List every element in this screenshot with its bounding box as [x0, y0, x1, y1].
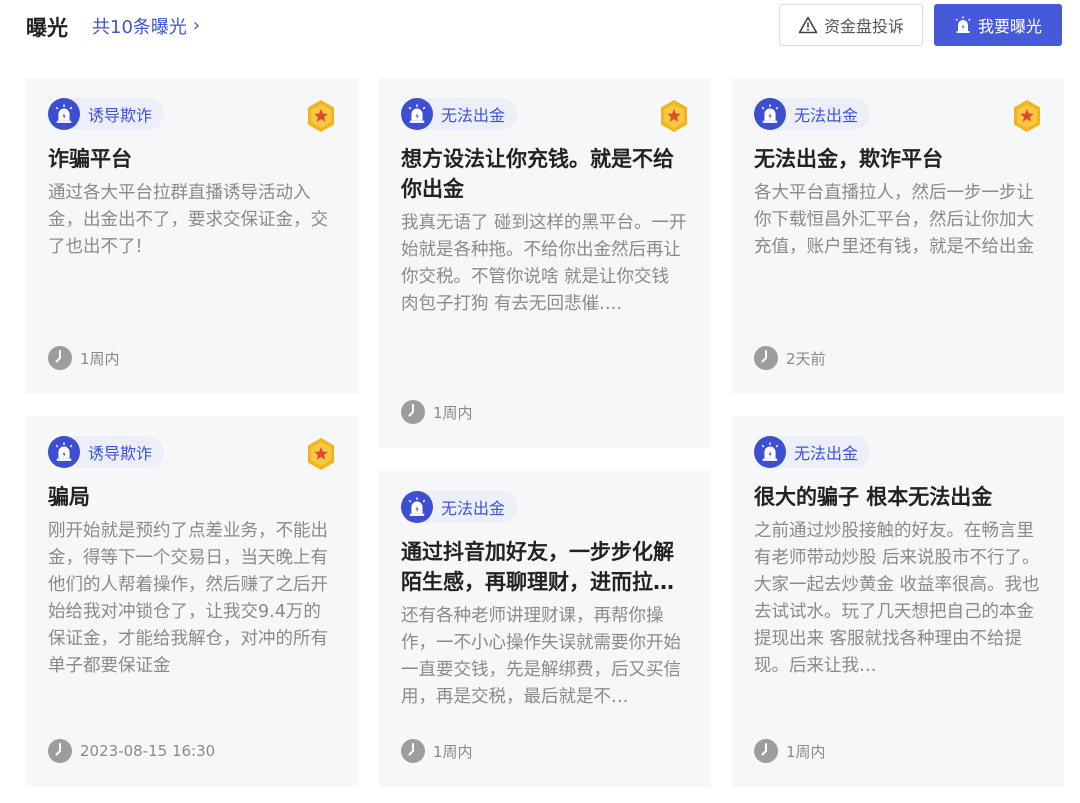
card-time: 2023-08-15 16:30 — [48, 739, 215, 763]
complain-button-label: 资金盘投诉 — [823, 17, 904, 36]
category-tag-label: 无法出金 — [441, 106, 506, 125]
clock-icon — [754, 739, 778, 763]
clock-icon — [48, 739, 72, 763]
category-tag: 无法出金 — [754, 436, 871, 468]
card-time: 1周内 — [48, 346, 120, 370]
card-time-text: 1周内 — [786, 742, 826, 761]
exposure-card[interactable]: 无法出金 无法出金，欺诈平台 各大平台直播拉人，然后一步一步让你下载恒昌外汇平台… — [732, 78, 1064, 394]
card-title: 想方设法让你充钱。就是不给你出金 — [401, 147, 674, 201]
card-time: 2天前 — [754, 346, 826, 370]
exposure-card[interactable]: 无法出金 通过抖音加好友，一步步化解陌生感，再聊理财，进而拉… 还有各种老师讲理… — [379, 471, 711, 787]
card-description: 通过各大平台拉群直播诱导活动入金，出金出不了，要求交保证金，交了也出不了! — [48, 183, 328, 257]
alarm-icon — [48, 436, 80, 468]
alarm-icon — [48, 98, 80, 130]
exposure-card[interactable]: 无法出金 很大的骗子 根本无法出金 之前通过炒股接触的好友。在畅言里有老师带动炒… — [732, 416, 1064, 787]
expose-button-label: 我要曝光 — [977, 17, 1042, 36]
card-time-text: 1周内 — [433, 403, 473, 422]
card-time-text: 2天前 — [786, 349, 826, 368]
alarm-icon — [754, 436, 786, 468]
category-tag: 诱导欺诈 — [48, 98, 165, 130]
card-time-text: 1周内 — [433, 742, 473, 761]
card-description: 我真无语了 碰到这样的黑平台。一开始就是各种拖。不给你出金然后再让你交税。不管你… — [401, 213, 687, 314]
page-header: 曝光 共10条曝光 › 资金盘投诉 我要曝光 — [0, 0, 1080, 60]
category-tag-label: 无法出金 — [441, 499, 506, 518]
card-title: 无法出金，欺诈平台 — [754, 147, 943, 171]
category-tag-label: 无法出金 — [794, 444, 859, 463]
card-time-text: 1周内 — [80, 349, 120, 368]
exposure-card[interactable]: 诱导欺诈 诈骗平台 通过各大平台拉群直播诱导活动入金，出金出不了，要求交保证金，… — [26, 78, 358, 394]
clock-icon — [401, 400, 425, 424]
exposure-card[interactable]: 诱导欺诈 骗局 刚开始就是预约了点差业务，不能出金，得等下一个交易日，当天晚上有… — [26, 416, 358, 787]
clock-icon — [48, 346, 72, 370]
category-tag: 无法出金 — [401, 491, 518, 523]
chevron-right-icon: › — [192, 15, 201, 36]
exposure-count-text: 共10条曝光 — [92, 17, 187, 38]
card-description: 各大平台直播拉人，然后一步一步让你下载恒昌外汇平台，然后让你加大充值，账户里还有… — [754, 183, 1034, 257]
card-time-text: 2023-08-15 16:30 — [80, 742, 216, 760]
card-time: 1周内 — [401, 739, 473, 763]
category-tag: 无法出金 — [754, 98, 871, 130]
card-title: 很大的骗子 根本无法出金 — [754, 485, 993, 509]
warning-icon — [798, 16, 818, 34]
card-title: 骗局 — [48, 485, 90, 509]
alarm-icon — [955, 16, 971, 33]
exposure-card[interactable]: 无法出金 想方设法让你充钱。就是不给你出金 我真无语了 碰到这样的黑平台。一开始… — [379, 78, 711, 448]
alarm-icon — [754, 98, 786, 130]
exposure-count-link[interactable]: 共10条曝光 › — [92, 13, 200, 39]
card-description: 之前通过炒股接触的好友。在畅言里有老师带动炒股 后来说股市不行了。大家一起去炒黄… — [754, 521, 1040, 676]
card-time: 1周内 — [754, 739, 826, 763]
expose-button[interactable]: 我要曝光 — [934, 4, 1062, 46]
category-tag-label: 无法出金 — [794, 106, 859, 125]
gold-medal-icon — [1014, 100, 1040, 132]
category-tag-label: 诱导欺诈 — [88, 444, 153, 463]
complain-button[interactable]: 资金盘投诉 — [779, 4, 923, 46]
card-description: 刚开始就是预约了点差业务，不能出金，得等下一个交易日，当天晚上有他们的人帮着操作… — [48, 521, 328, 676]
category-tag-label: 诱导欺诈 — [88, 106, 153, 125]
gold-medal-icon — [308, 438, 334, 470]
card-title: 通过抖音加好友，一步步化解陌生感，再聊理财，进而拉… — [401, 540, 674, 594]
category-tag: 无法出金 — [401, 98, 518, 130]
clock-icon — [754, 346, 778, 370]
clock-icon — [401, 739, 425, 763]
card-description: 还有各种老师讲理财课，再帮你操作，一不小心操作失误就需要你开始一直要交钱，先是解… — [401, 606, 681, 707]
card-title: 诈骗平台 — [48, 147, 132, 171]
alarm-icon — [401, 98, 433, 130]
alarm-icon — [401, 491, 433, 523]
card-time: 1周内 — [401, 400, 473, 424]
gold-medal-icon — [308, 100, 334, 132]
gold-medal-icon — [661, 100, 687, 132]
page-title: 曝光 — [26, 16, 68, 40]
category-tag: 诱导欺诈 — [48, 436, 165, 468]
